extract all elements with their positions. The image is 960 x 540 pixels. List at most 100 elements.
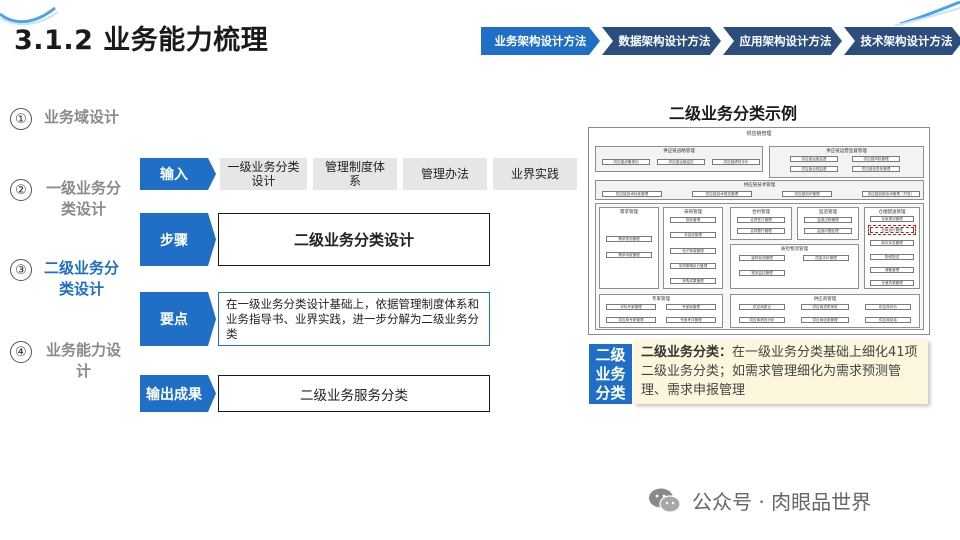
phase-label: 一级业务分 类设计 — [46, 178, 121, 220]
diagram-item: 供应商绩效分析 — [739, 317, 785, 323]
wechat-watermark: 公众号 · 肉眼品世界 — [648, 486, 871, 515]
diagram-group-contract: 合约管理 合同签订管理 合同履行管理 — [730, 207, 792, 240]
input-item: 管理制度体系 — [313, 158, 397, 190]
diagram-title: 供应链管理 — [746, 131, 772, 137]
input-item-line1: 管理办法 — [420, 167, 469, 181]
example-diagram: 供应链管理 供应链战略管理 供应链战略规划 供应链运营监控 供应链绩效评价 供应… — [588, 127, 930, 335]
diagram-item: 需求预测管理 — [606, 236, 652, 242]
input-item-line1: 业界实践 — [510, 167, 559, 181]
diagram-item: 供应链技术标准管理 — [602, 191, 662, 197]
diagram-item: 质量评价管理 — [803, 255, 849, 261]
diagram-item: 仓库规划管理 — [870, 216, 914, 222]
phase-number: ① — [10, 108, 32, 130]
input-item-line1: 一级业务分类 — [227, 160, 300, 174]
diagram-group-strategy: 供应链战略管理 供应链战略规划 供应链运营监控 供应链绩效评价 — [595, 146, 763, 172]
group-title: 供应链战略管理 — [663, 149, 695, 154]
step-box: 二级业务分类设计 — [218, 213, 490, 266]
diagram-item: 供应链绩效评价 — [712, 159, 760, 165]
diagram-group-supervision-mfg: 监造管理 监造过程管理 监造问题处理 — [797, 207, 859, 240]
diagram-item: 库存状态管理 — [870, 240, 914, 246]
group-title: 供应链技术管理 — [743, 183, 776, 188]
method-nav: 业务架构设计方法 数据架构设计方法 应用架构设计方法 技术架构设计方法 — [481, 27, 960, 55]
diagram-group-supervision: 供应链运营监督管理 供应链运营监督 供应链风险管理 供应链合规监督 供应链信息化… — [769, 146, 924, 178]
phase-number: ④ — [10, 341, 32, 363]
diagram-item: 供应商资质审查 — [801, 304, 849, 310]
input-item: 管理办法 — [403, 158, 487, 190]
diagram-item: 供应链信息化管理 — [852, 166, 900, 172]
phase-label: 业务域设计 — [44, 108, 120, 126]
phase-item-4: ④ 业务能力设 计 — [10, 340, 121, 382]
nav-step-data[interactable]: 数据架构设计方法 — [602, 27, 721, 55]
side-tag-text: 二级业务分类 — [595, 346, 626, 402]
watermark-text: 公众号 · 肉眼品世界 — [692, 490, 872, 514]
phase-item-2: ② 一级业务分 类设计 — [10, 178, 121, 220]
diagram-item: 监造问题处理 — [804, 228, 852, 234]
group-title: 仓储配送管理 — [878, 210, 906, 215]
diagram-item: 专家库管理 — [666, 304, 716, 310]
group-title: 需求管理 — [620, 210, 638, 215]
diagram-item: 物流监控管理 — [739, 270, 785, 276]
output-tag: 输出成果 — [140, 375, 216, 412]
diagram-item: 储备管理 — [870, 267, 914, 273]
diagram-item: 需求申报管理 — [606, 252, 652, 258]
diagram-item: 供应商奖惩 — [865, 317, 911, 323]
diagram-group-experts: 专家管理 评标专家管理 专家库管理 供应商专家管理 专家考评管理 — [599, 294, 723, 328]
phase-label-line1: 一级业务分 — [46, 179, 122, 197]
step-tag: 步骤 — [140, 213, 216, 266]
diagram-group-quality-logistics: 质检物流管理 抽样检测管理 质量评价管理 物流监控管理 — [730, 244, 859, 289]
diagram-group-suppliers: 供应商管理 供应商登记 供应商资质审查 供应商评价 供应商绩效分析 供应商信用管… — [730, 294, 920, 328]
diagram-item: 抽样检测管理 — [739, 255, 785, 261]
phase-number: ② — [10, 179, 32, 201]
example-title: 二级业务分类示例 — [669, 104, 798, 123]
phase-item-1: ① 业务域设计 — [10, 107, 119, 130]
group-title: 供应商管理 — [813, 297, 837, 302]
diagram-item: 供应链技术规范管理 — [692, 191, 752, 197]
classification-note: 二级业务分类：在一级业务分类基础上细化41项二级业务分类；如需求管理细化为需求预… — [634, 340, 928, 404]
secondary-classification-tag: 二级业务分类 — [589, 344, 632, 404]
diagram-item: 合同履行管理 — [737, 228, 785, 234]
input-item-line1: 管理制度体 — [324, 160, 385, 174]
diagram-item: 监造过程管理 — [804, 217, 852, 223]
diagram-item: 评标专家管理 — [606, 304, 656, 310]
diagram-item: 供应商信用管理 — [801, 317, 849, 323]
diagram-item: 供应链创新技术管理（开发） — [862, 191, 920, 197]
diagram-item: 采购成果管理 — [670, 278, 716, 284]
diagram-item: 仓储资源管理 — [870, 280, 914, 286]
diagram-item: 电子商城管理 — [670, 248, 716, 254]
phase-label-line2: 计 — [76, 362, 92, 380]
decorative-swoosh-right — [893, 0, 960, 26]
diagram-item: 供应链风险管理 — [852, 156, 900, 162]
phase-label-line1: 业务能力设 — [46, 341, 122, 359]
diagram-item: 合同签订管理 — [737, 217, 785, 223]
diagram-item: 非招标管理 — [670, 232, 716, 238]
diagram-item: 供应商专家管理 — [606, 317, 656, 323]
phase-number: ③ — [10, 259, 32, 281]
diagram-item: 供应商评价 — [865, 304, 911, 310]
diagram-item: 供应商登记 — [739, 304, 785, 310]
diagram-group-warehouse: 仓储配送管理 仓库规划管理 仓库运行管理 库存状态管理 物资配送 储备管理 仓储… — [864, 207, 920, 289]
group-title: 监造管理 — [819, 210, 837, 215]
note-bold: 二级业务分类： — [641, 345, 733, 360]
phase-item-3: ③ 二级业务分 类设计 — [10, 258, 119, 300]
phase-label-line2: 类设计 — [59, 280, 105, 298]
diagram-item: 供应链运营监控 — [657, 159, 705, 165]
diagram-item: 供应链知识管理 — [782, 191, 832, 197]
output-box: 二级业务服务分类 — [218, 375, 490, 412]
input-tag: 输入 — [140, 158, 216, 190]
diagram-item: 采购策略执行管理 — [670, 263, 716, 269]
nav-step-application[interactable]: 应用架构设计方法 — [723, 27, 842, 55]
nav-step-business[interactable]: 业务架构设计方法 — [481, 27, 600, 55]
phase-label-line1: 二级业务分 — [44, 259, 120, 277]
diagram-group-operations: 需求管理 需求预测管理 需求申报管理 采购管理 招标管理 非招标管理 电子商城管… — [595, 203, 924, 330]
slide: 3.1.2 业务能力梳理 业务架构设计方法 数据架构设计方法 应用架构设计方法 … — [0, 0, 960, 540]
diagram-item: 专家考评管理 — [666, 317, 716, 323]
input-item: 一级业务分类 设计 — [220, 158, 307, 190]
phase-label: 业务能力设 计 — [46, 340, 121, 382]
group-title: 供应链运营监督管理 — [826, 149, 867, 154]
group-title: 质检物流管理 — [781, 247, 808, 252]
group-title: 采购管理 — [684, 210, 702, 215]
diagram-item: 供应链运营监督 — [790, 156, 838, 162]
nav-step-technology[interactable]: 技术架构设计方法 — [844, 27, 960, 55]
input-item-line2: 设计 — [251, 174, 276, 188]
wechat-icon — [649, 488, 681, 513]
